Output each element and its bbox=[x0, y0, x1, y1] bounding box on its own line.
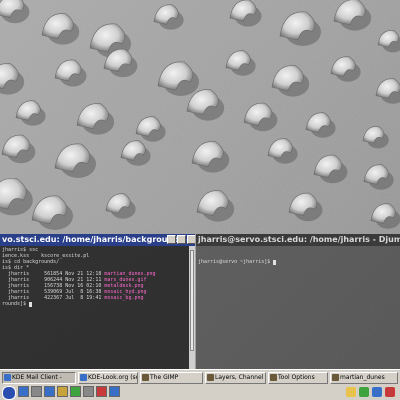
kde-menu-icon[interactable] bbox=[2, 386, 16, 400]
taskbar-task-6[interactable]: martian_dunes bbox=[330, 372, 398, 384]
terminal-line: rounds]$ bbox=[2, 301, 193, 307]
app-icon bbox=[80, 374, 87, 381]
taskbar-task-4[interactable]: Layers, Channel bbox=[205, 372, 266, 384]
text-cursor bbox=[273, 260, 277, 265]
tray-icon[interactable] bbox=[359, 387, 369, 397]
app-icon bbox=[4, 374, 11, 381]
launcher-icon[interactable] bbox=[83, 386, 94, 397]
minimize-button[interactable] bbox=[167, 235, 176, 244]
launcher-icon[interactable] bbox=[96, 386, 107, 397]
terminal-output[interactable]: jharris$ ssc ience.kss kscore_exsite.pl is… bbox=[0, 246, 195, 369]
terminal-window-backgrounds[interactable]: vo.stsci.edu: /home/jharris/backgrounds … bbox=[0, 234, 195, 369]
launcher-icon[interactable] bbox=[44, 386, 55, 397]
launcher-icon[interactable] bbox=[109, 386, 120, 397]
tray-icon[interactable] bbox=[346, 387, 356, 397]
scrollbar-thumb[interactable] bbox=[190, 250, 194, 351]
app-icon bbox=[207, 374, 214, 381]
taskbar-task-5[interactable]: Tool Options bbox=[268, 372, 328, 384]
tray-icon[interactable] bbox=[385, 387, 395, 397]
terminal-scrollbar[interactable] bbox=[189, 246, 195, 369]
terminal-output[interactable]: jharris@servo ~jharris]$ bbox=[196, 246, 400, 369]
task-label: Layers, Channel bbox=[215, 374, 264, 381]
maximize-button[interactable] bbox=[177, 235, 186, 244]
terminal-title[interactable]: vo.stsci.edu: /home/jharris/backgrounds … bbox=[0, 234, 195, 246]
app-icon bbox=[332, 374, 339, 381]
task-label: KDE Mail Client - bbox=[12, 374, 62, 381]
launcher-icon[interactable] bbox=[70, 386, 81, 397]
app-icon bbox=[270, 374, 277, 381]
terminal-prompt: jharris@servo ~jharris]$ bbox=[198, 259, 274, 265]
file-name: mosaic_bg.png bbox=[104, 295, 144, 301]
kde-taskbar: KDE Mail Client - KDE-Look.org (sc The GIM… bbox=[0, 369, 400, 400]
launcher-icon[interactable] bbox=[31, 386, 42, 397]
task-label: martian_dunes bbox=[340, 374, 385, 381]
taskbar-task-2[interactable]: KDE-Look.org (sc bbox=[78, 372, 138, 384]
app-icon bbox=[142, 374, 149, 381]
close-button[interactable] bbox=[187, 235, 195, 244]
terminal-window-home[interactable]: jharris@servo.stsci.edu: /home/jharris -… bbox=[196, 234, 400, 369]
tray-icon[interactable] bbox=[372, 387, 382, 397]
launcher-icon[interactable] bbox=[57, 386, 68, 397]
terminal-title[interactable]: jharris@servo.stsci.edu: /home/jharris -… bbox=[196, 234, 400, 246]
task-label: Tool Options bbox=[278, 374, 315, 381]
terminal-line-text: rounds]$ bbox=[2, 301, 30, 307]
task-label: KDE-Look.org (sc bbox=[88, 374, 138, 381]
taskbar-task-3[interactable]: The GIMP bbox=[140, 372, 203, 384]
launcher-icon[interactable] bbox=[18, 386, 29, 397]
taskbar-task-1[interactable]: KDE Mail Client - bbox=[2, 372, 76, 384]
text-cursor bbox=[29, 302, 33, 307]
task-label: The GIMP bbox=[150, 374, 179, 381]
